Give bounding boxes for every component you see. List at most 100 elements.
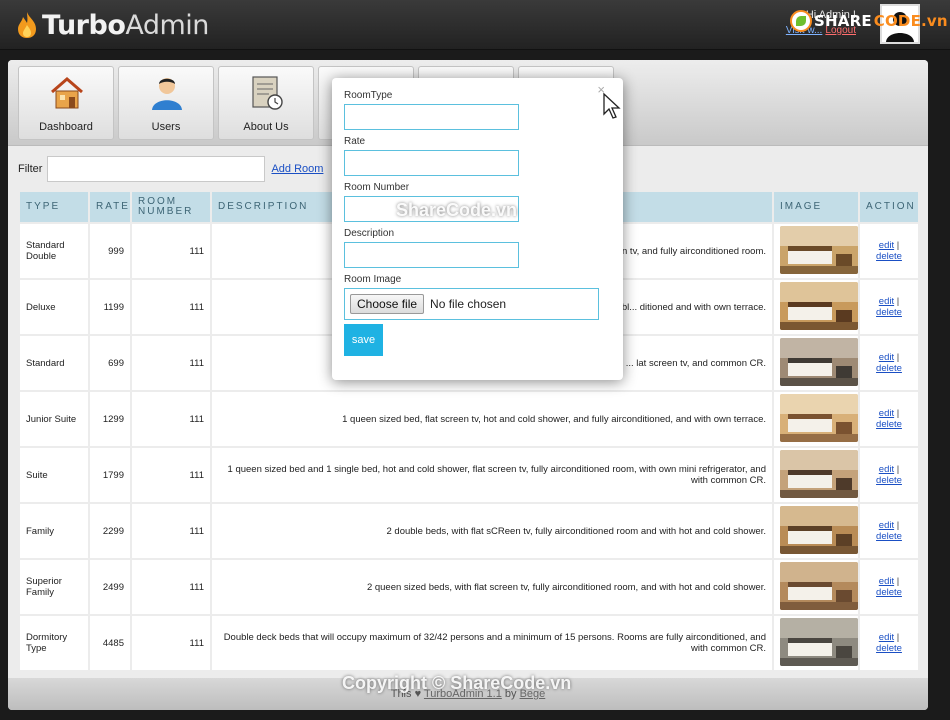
room-photo[interactable] <box>780 225 858 274</box>
row-actions-cell: edit | delete <box>858 502 920 560</box>
roomtype-label: RoomType <box>344 90 393 101</box>
room-type-cell: Deluxe <box>18 278 90 336</box>
room-type-cell: Standard Double <box>18 222 90 280</box>
room-rate-cell: 2299 <box>88 502 132 560</box>
room-type-cell: Dormitory Type <box>18 614 90 672</box>
room-photo[interactable] <box>780 393 858 442</box>
leaf-icon <box>790 10 812 32</box>
room-image-cell <box>772 502 860 560</box>
edit-link[interactable]: edit <box>879 352 894 363</box>
edit-link[interactable]: edit <box>879 520 894 531</box>
edit-link[interactable]: edit <box>879 632 894 643</box>
room-description-cell: 1 queen sized bed and 1 single bed, hot … <box>210 446 774 504</box>
room-number-cell: 111 <box>130 222 212 280</box>
add-room-modal: × RoomType Rate Room Number Description … <box>332 78 623 380</box>
top-bar: TurboAdmin Hi Admin ! Visit w... Logout … <box>0 0 950 50</box>
room-type-cell: Junior Suite <box>18 390 90 448</box>
delete-link[interactable]: delete <box>876 587 902 598</box>
row-actions-cell: edit | delete <box>858 446 920 504</box>
room-image-cell <box>772 334 860 392</box>
room-photo[interactable] <box>780 505 858 554</box>
room-image-cell <box>772 222 860 280</box>
room-rate-cell: 4485 <box>88 614 132 672</box>
room-image-cell <box>772 278 860 336</box>
action-separator: | <box>896 408 900 419</box>
app-logo[interactable]: TurboAdmin <box>16 8 209 42</box>
add-room-link[interactable]: Add Room <box>271 163 323 175</box>
choose-file-button[interactable]: Choose file <box>350 294 425 314</box>
delete-link[interactable]: delete <box>876 307 902 318</box>
table-row: Family 2299 111 2 double beds, with flat sC… <box>18 502 920 560</box>
roomtype-field[interactable] <box>344 104 519 130</box>
room-rate-cell: 2499 <box>88 558 132 616</box>
edit-link[interactable]: edit <box>879 576 894 587</box>
watermark-footer: Copyright © ShareCode.vn <box>342 673 572 693</box>
column-header-action[interactable]: ACTION <box>858 190 920 224</box>
edit-link[interactable]: edit <box>879 296 894 307</box>
room-image-cell <box>772 558 860 616</box>
room-description-cell: Double deck beds that will occupy maximu… <box>210 614 774 672</box>
table-row: Superior Family 2499 111 2 queen sized beds… <box>18 558 920 616</box>
rate-label: Rate <box>344 136 366 147</box>
row-actions-cell: edit | delete <box>858 390 920 448</box>
room-photo[interactable] <box>780 561 858 610</box>
no-file-chosen-text: No file chosen <box>430 297 507 311</box>
action-separator: | <box>896 520 900 531</box>
room-number-cell: 111 <box>130 334 212 392</box>
description-label: Description <box>344 228 395 239</box>
room-type-cell: Family <box>18 502 90 560</box>
table-row: Suite 1799 111 1 queen sized bed and 1 sing… <box>18 446 920 504</box>
room-photo[interactable] <box>780 337 858 386</box>
column-header-rate[interactable]: RATE <box>88 190 132 224</box>
row-actions-cell: edit | delete <box>858 558 920 616</box>
room-image-file-input[interactable]: Choose file No file chosen <box>344 288 599 320</box>
watermark-brand: SHARE CODE.vn <box>790 10 948 32</box>
delete-link[interactable]: delete <box>876 363 902 374</box>
room-photo[interactable] <box>780 617 858 666</box>
delete-link[interactable]: delete <box>876 531 902 542</box>
description-field[interactable] <box>344 242 519 268</box>
room-description-cell: 2 queen sized beds, with flat screen tv,… <box>210 558 774 616</box>
nav-label-dashboard: Dashboard <box>39 121 93 133</box>
action-separator: | <box>896 352 900 363</box>
nav-item-users[interactable]: Users <box>118 66 214 140</box>
room-type-cell: Standard <box>18 334 90 392</box>
row-actions-cell: edit | delete <box>858 278 920 336</box>
rate-field[interactable] <box>344 150 519 176</box>
nav-item-dashboard[interactable]: Dashboard <box>18 66 114 140</box>
filter-label: Filter <box>18 163 43 175</box>
edit-link[interactable]: edit <box>879 408 894 419</box>
delete-link[interactable]: delete <box>876 643 902 654</box>
delete-link[interactable]: delete <box>876 251 902 262</box>
room-number-label: Room Number <box>344 182 410 193</box>
room-description-cell: 2 double beds, with flat sCReen tv, full… <box>210 502 774 560</box>
action-separator: | <box>896 464 900 475</box>
save-button[interactable]: save <box>344 324 383 356</box>
table-row: Junior Suite 1299 111 1 queen sized bed, fl… <box>18 390 920 448</box>
filter-input[interactable] <box>47 156 266 182</box>
room-number-cell: 111 <box>130 278 212 336</box>
room-rate-cell: 1199 <box>88 278 132 336</box>
edit-link[interactable]: edit <box>879 240 894 251</box>
flame-icon <box>18 12 36 38</box>
room-number-cell: 111 <box>130 614 212 672</box>
row-actions-cell: edit | delete <box>858 334 920 392</box>
column-header-room-number[interactable]: ROOM NUMBER <box>130 190 212 224</box>
room-image-cell <box>772 614 860 672</box>
action-separator: | <box>896 632 900 643</box>
table-row: Dormitory Type 4485 111 Double deck beds th… <box>18 614 920 672</box>
edit-link[interactable]: edit <box>879 464 894 475</box>
column-header-type[interactable]: TYPE <box>18 190 90 224</box>
room-type-cell: Superior Family <box>18 558 90 616</box>
room-number-cell: 111 <box>130 502 212 560</box>
room-photo[interactable] <box>780 281 858 330</box>
delete-link[interactable]: delete <box>876 419 902 430</box>
room-photo[interactable] <box>780 449 858 498</box>
room-rate-cell: 1299 <box>88 390 132 448</box>
room-number-cell: 111 <box>130 446 212 504</box>
column-header-image[interactable]: IMAGE <box>772 190 860 224</box>
nav-item-about-us[interactable]: About Us <box>218 66 314 140</box>
delete-link[interactable]: delete <box>876 475 902 486</box>
action-separator: | <box>896 240 900 251</box>
nav-label-users: Users <box>151 121 181 133</box>
